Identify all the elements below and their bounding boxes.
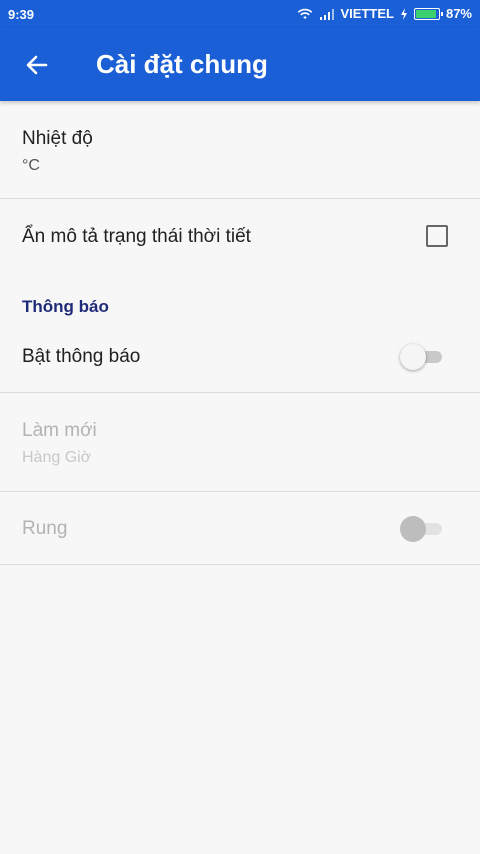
hide-weather-checkbox[interactable]: [426, 225, 448, 247]
setting-label: Bật thông báo: [22, 346, 141, 367]
arrow-left-icon: [26, 55, 48, 75]
setting-temperature[interactable]: Nhiệt độ °C: [0, 101, 480, 198]
setting-value: Hàng Giờ: [22, 449, 92, 466]
setting-refresh[interactable]: Làm mới Hàng Giờ: [0, 393, 480, 491]
charging-icon: [400, 7, 407, 20]
section-header-notifications: Thông báo: [22, 297, 109, 316]
page-title: Cài đặt chung: [96, 49, 268, 79]
toggle-thumb: [400, 344, 426, 370]
divider: [0, 564, 480, 565]
status-time: 9:39: [8, 7, 35, 22]
setting-label: Rung: [22, 518, 68, 539]
vibrate-toggle[interactable]: [400, 516, 444, 542]
wifi-icon: [297, 8, 312, 19]
setting-hide-weather-description[interactable]: Ẩn mô tả trạng thái thời tiết: [0, 199, 480, 273]
status-icons: VIETTEL 87%: [297, 6, 472, 21]
notifications-toggle[interactable]: [400, 344, 444, 370]
signal-icon: [319, 8, 334, 20]
setting-value: °C: [22, 157, 40, 174]
status-bar: 9:39 VIETTEL 87%: [0, 0, 480, 28]
setting-label: Nhiệt độ: [22, 128, 93, 149]
battery-percent: 87%: [445, 6, 472, 21]
battery-icon: [413, 7, 443, 20]
app-bar: Cài đặt chung: [0, 28, 480, 101]
toggle-thumb: [400, 516, 426, 542]
carrier-name: VIETTEL: [340, 6, 394, 21]
setting-label: Làm mới: [22, 420, 97, 441]
back-button[interactable]: [22, 50, 52, 80]
setting-label: Ẩn mô tả trạng thái thời tiết: [22, 226, 251, 247]
